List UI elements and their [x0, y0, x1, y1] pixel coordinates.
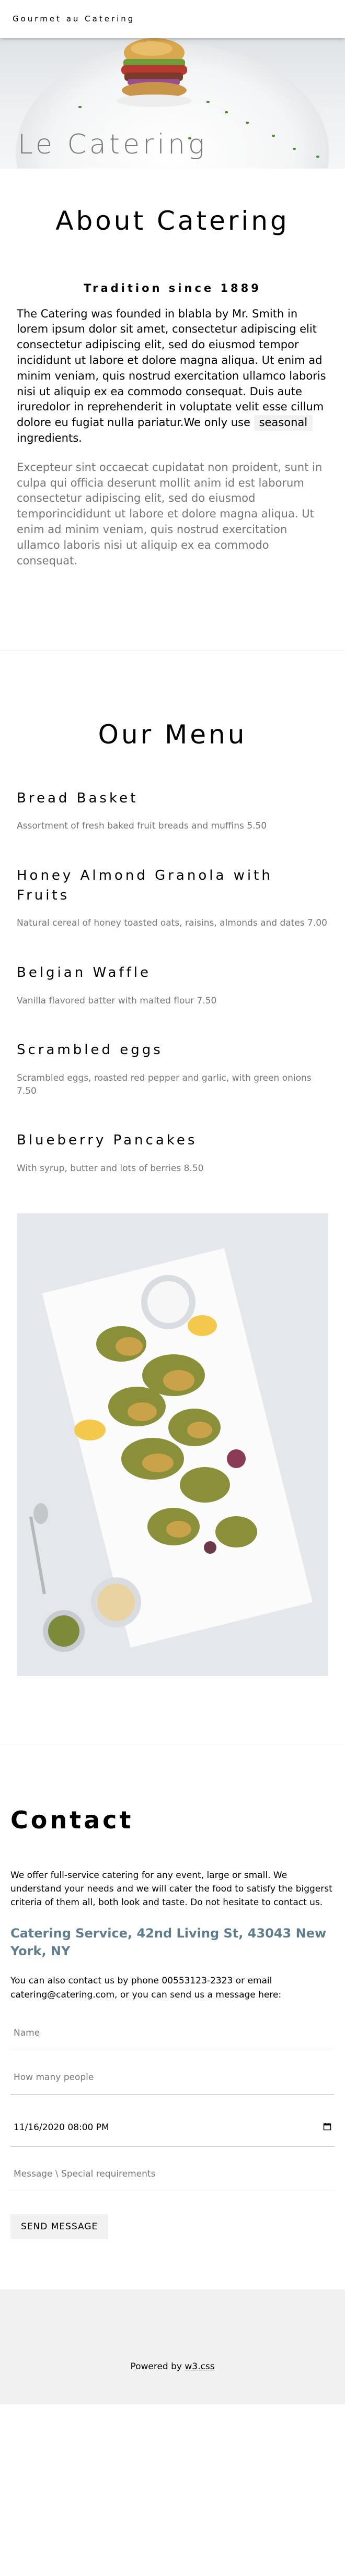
menu-item-name: Belgian Waffle: [17, 964, 151, 980]
menu-item-name: Honey Almond Granola with Fruits: [17, 867, 273, 903]
about-paragraph: The Catering was founded in blabla by Mr…: [17, 306, 328, 446]
menu-section: Our Menu Bread Basket Assortment of fres…: [0, 651, 345, 1744]
about-text: The Catering was founded in blabla by Mr…: [17, 307, 326, 429]
about-title: About Catering: [55, 206, 290, 236]
hero-title: Le Catering: [18, 129, 208, 160]
brand-link[interactable]: Gourmet au Catering: [13, 13, 135, 25]
contact-note: You can also contact us by phone 0055312…: [10, 1976, 282, 2000]
menu-item-name: Blueberry Pancakes: [17, 1132, 198, 1149]
menu-item: Bread Basket Assortment of fresh baked f…: [17, 789, 328, 833]
menu-food-image: [17, 1213, 328, 1676]
menu-item-desc: Scrambled eggs, roasted red pepper and g…: [17, 1072, 312, 1096]
menu-item-desc: With syrup, butter and lots of berries 8…: [17, 1163, 204, 1174]
menu-item: Belgian Waffle Vanilla flavored batter w…: [17, 963, 328, 1007]
contact-form: 11/16/2020 08:00 PM SEND MESSAGE: [10, 2016, 335, 2239]
datetime-input[interactable]: 11/16/2020 08:00 PM: [10, 2109, 335, 2147]
herb-sprinkle: [206, 101, 210, 103]
contact-title: Contact: [10, 1806, 134, 1835]
herb-sprinkle: [316, 156, 319, 158]
tempura-platter-illustration: [17, 1213, 328, 1676]
about-subtitle: Tradition since 1889: [84, 282, 261, 294]
menu-item: Blueberry Pancakes With syrup, butter an…: [17, 1131, 328, 1175]
menu-item-desc: Assortment of fresh baked fruit breads a…: [17, 821, 267, 832]
menu-item: Honey Almond Granola with Fruits Natural…: [17, 866, 328, 930]
menu-item-name: Scrambled eggs: [17, 1042, 163, 1058]
herb-sprinkle: [293, 148, 296, 150]
herb-sprinkle: [225, 111, 228, 113]
name-input[interactable]: [10, 2016, 335, 2050]
w3css-link[interactable]: w3.css: [185, 2361, 214, 2372]
send-message-button[interactable]: SEND MESSAGE: [10, 2214, 109, 2239]
menu-item: Scrambled eggs Scrambled eggs, roasted r…: [17, 1041, 328, 1097]
footer-prefix: Powered by: [130, 2361, 182, 2372]
menu-title: Our Menu: [98, 719, 247, 750]
seasonal-tag: seasonal: [254, 415, 313, 431]
about-secondary-paragraph: Excepteur sint occaecat cupidatat non pr…: [17, 460, 323, 567]
menu-item-desc: Vanilla flavored batter with malted flou…: [17, 995, 217, 1006]
top-navbar: Gourmet au Catering: [0, 0, 345, 38]
menu-item-desc: Natural cereal of honey toasted oats, ra…: [17, 918, 327, 929]
hero-burger-image: [117, 38, 192, 107]
contact-address: Catering Service, 42nd Living St, 43043 …: [10, 1925, 327, 1959]
footer: Powered by w3.css: [0, 2289, 345, 2404]
hero-header: Le Catering: [0, 38, 345, 169]
herb-sprinkle: [272, 135, 275, 137]
contact-intro: We offer full-service catering for any e…: [10, 1870, 332, 1908]
calendar-icon[interactable]: [323, 2121, 331, 2135]
people-input[interactable]: [10, 2060, 335, 2095]
footer-text: Powered by w3.css: [130, 2360, 214, 2374]
contact-section: Contact We offer full-service catering f…: [0, 1744, 345, 2239]
datetime-value: 11/16/2020 08:00 PM: [14, 2122, 109, 2133]
about-section: About Catering Tradition since 1889 The …: [0, 169, 345, 651]
menu-list: Bread Basket Assortment of fresh baked f…: [17, 789, 328, 1175]
herb-sprinkle: [78, 106, 82, 108]
herb-sprinkle: [246, 122, 249, 124]
about-text-end: ingredients.: [17, 432, 82, 444]
menu-item-name: Bread Basket: [17, 790, 139, 806]
message-input[interactable]: [10, 2157, 335, 2191]
